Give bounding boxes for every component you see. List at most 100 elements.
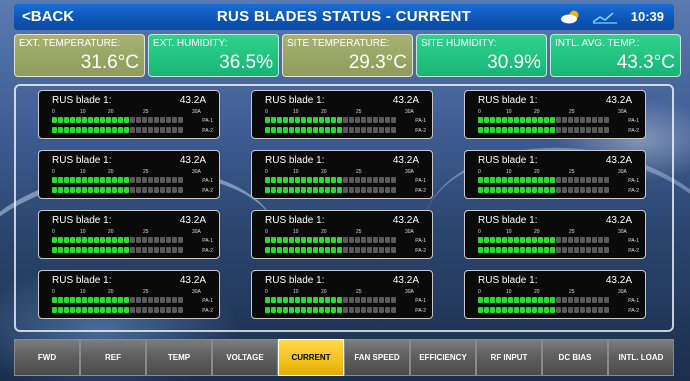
bar-segment — [520, 297, 525, 303]
blade-card[interactable]: RUS blade 1: 43.2A 0 10 20 25 30A PA-1 PA-2 — [464, 150, 646, 199]
bar-segment — [124, 177, 129, 183]
scale-ticks: 0 10 20 25 30A — [265, 289, 415, 296]
bar-segment — [514, 117, 519, 123]
blade-name: RUS blade 1: — [52, 155, 112, 166]
tab-fan-speed[interactable]: FAN SPEED — [344, 339, 410, 376]
bar-segment — [550, 177, 555, 183]
bar-segment — [52, 237, 57, 243]
bar-segment — [385, 247, 390, 253]
bar-segment — [520, 187, 525, 193]
bar-segment — [478, 187, 483, 193]
blade-name: RUS blade 1: — [265, 95, 325, 106]
blade-card[interactable]: RUS blade 1: 43.2A 0 10 20 25 30A PA-1 PA-2 — [38, 270, 220, 319]
bar-segment — [58, 297, 63, 303]
bar-segment — [496, 177, 501, 183]
scale-tick-label: 0 — [52, 229, 55, 235]
blade-card[interactable]: RUS blade 1: 43.2A 0 10 20 25 30A PA-1 PA-2 — [464, 270, 646, 319]
tab-rf-input[interactable]: RF INPUT — [476, 339, 542, 376]
bar-segment — [484, 187, 489, 193]
tab-voltage[interactable]: VOLTAGE — [212, 339, 278, 376]
bar-segment — [265, 127, 270, 133]
pa2-label: PA-2 — [202, 248, 213, 254]
bar-segment — [502, 307, 507, 313]
bar-segment — [172, 177, 177, 183]
bar-segment — [283, 297, 288, 303]
bar-segment — [277, 187, 282, 193]
bar-segment — [160, 117, 165, 123]
bar-segment — [313, 127, 318, 133]
bar-segment — [385, 237, 390, 243]
blade-card[interactable]: RUS blade 1: 43.2A 0 10 20 25 30A PA-1 PA-2 — [251, 150, 433, 199]
bar-segment — [580, 127, 585, 133]
blade-card[interactable]: RUS blade 1: 43.2A 0 10 20 25 30A PA-1 PA-2 — [38, 210, 220, 259]
bar-segment — [502, 297, 507, 303]
bar-segment — [172, 307, 177, 313]
bar-segment — [154, 187, 159, 193]
scale-tick-label: 10 — [506, 289, 512, 295]
bar-segment — [484, 247, 489, 253]
bar-segment — [277, 117, 282, 123]
blade-card[interactable]: RUS blade 1: 43.2A 0 10 20 25 30A PA-1 PA-2 — [251, 210, 433, 259]
tab-current[interactable]: CURRENT — [278, 339, 344, 376]
bar-segment — [313, 187, 318, 193]
bar-segment — [283, 127, 288, 133]
bar-segment — [94, 297, 99, 303]
bar-segment — [160, 307, 165, 313]
bar-segment — [289, 127, 294, 133]
metric-ext-temperature: EXT. TEMPERATURE: 31.6°C — [14, 34, 145, 77]
bar-segment — [544, 117, 549, 123]
trend-line-icon[interactable] — [592, 10, 618, 24]
bar-segment — [82, 177, 87, 183]
bar-segment — [586, 177, 591, 183]
blade-card[interactable]: RUS blade 1: 43.2A 0 10 20 25 30A PA-1 PA-2 — [38, 150, 220, 199]
bar-segment — [598, 237, 603, 243]
bar-segment — [526, 297, 531, 303]
bar-segment — [130, 307, 135, 313]
blade-card[interactable]: RUS blade 1: 43.2A 0 10 20 25 30A PA-1 PA-2 — [464, 90, 646, 139]
bar-segment — [526, 177, 531, 183]
tab-dc-bias[interactable]: DC BIAS — [542, 339, 608, 376]
scale-tick-label: 25 — [569, 169, 575, 175]
tab-efficiency[interactable]: EFFICIENCY — [410, 339, 476, 376]
bar-segment — [313, 117, 318, 123]
scale-tick-label: 25 — [356, 289, 362, 295]
bar-segment — [118, 117, 123, 123]
tab-fwd[interactable]: FWD — [14, 339, 80, 376]
tab-intl-load[interactable]: INTL. LOAD — [608, 339, 674, 376]
bar-segment — [355, 247, 360, 253]
scale-tick-label: 10 — [293, 229, 299, 235]
bar-segment — [337, 307, 342, 313]
bar-segment — [532, 247, 537, 253]
bar-segment — [586, 237, 591, 243]
bar-segment — [58, 307, 63, 313]
tab-ref[interactable]: REF — [80, 339, 146, 376]
bar-segment — [172, 127, 177, 133]
bar-segment — [544, 307, 549, 313]
blade-card[interactable]: RUS blade 1: 43.2A 0 10 20 25 30A PA-1 PA-2 — [251, 90, 433, 139]
bar-segment — [178, 117, 183, 123]
bar-segment — [160, 247, 165, 253]
bar-segment — [130, 297, 135, 303]
bar-segment — [160, 177, 165, 183]
bar-segment — [166, 237, 171, 243]
blade-card[interactable]: RUS blade 1: 43.2A 0 10 20 25 30A PA-1 PA-2 — [38, 90, 220, 139]
pa2-label: PA-2 — [415, 128, 426, 134]
bar-segment — [514, 187, 519, 193]
bar-segment — [271, 247, 276, 253]
bar-segment — [331, 117, 336, 123]
bar-segment — [112, 117, 117, 123]
bar-segment — [331, 247, 336, 253]
bar-segment — [556, 177, 561, 183]
bar-segment — [307, 237, 312, 243]
bar-segment — [52, 307, 57, 313]
bar-segment — [88, 117, 93, 123]
blade-card[interactable]: RUS blade 1: 43.2A 0 10 20 25 30A PA-1 PA-2 — [251, 270, 433, 319]
bar-segment — [124, 237, 129, 243]
pa1-label: PA-1 — [415, 178, 426, 184]
bar-segment — [100, 177, 105, 183]
tab-temp[interactable]: TEMP — [146, 339, 212, 376]
blade-card[interactable]: RUS blade 1: 43.2A 0 10 20 25 30A PA-1 PA-2 — [464, 210, 646, 259]
bar-segment — [295, 247, 300, 253]
bar-segment — [484, 297, 489, 303]
bar-segment — [52, 297, 57, 303]
